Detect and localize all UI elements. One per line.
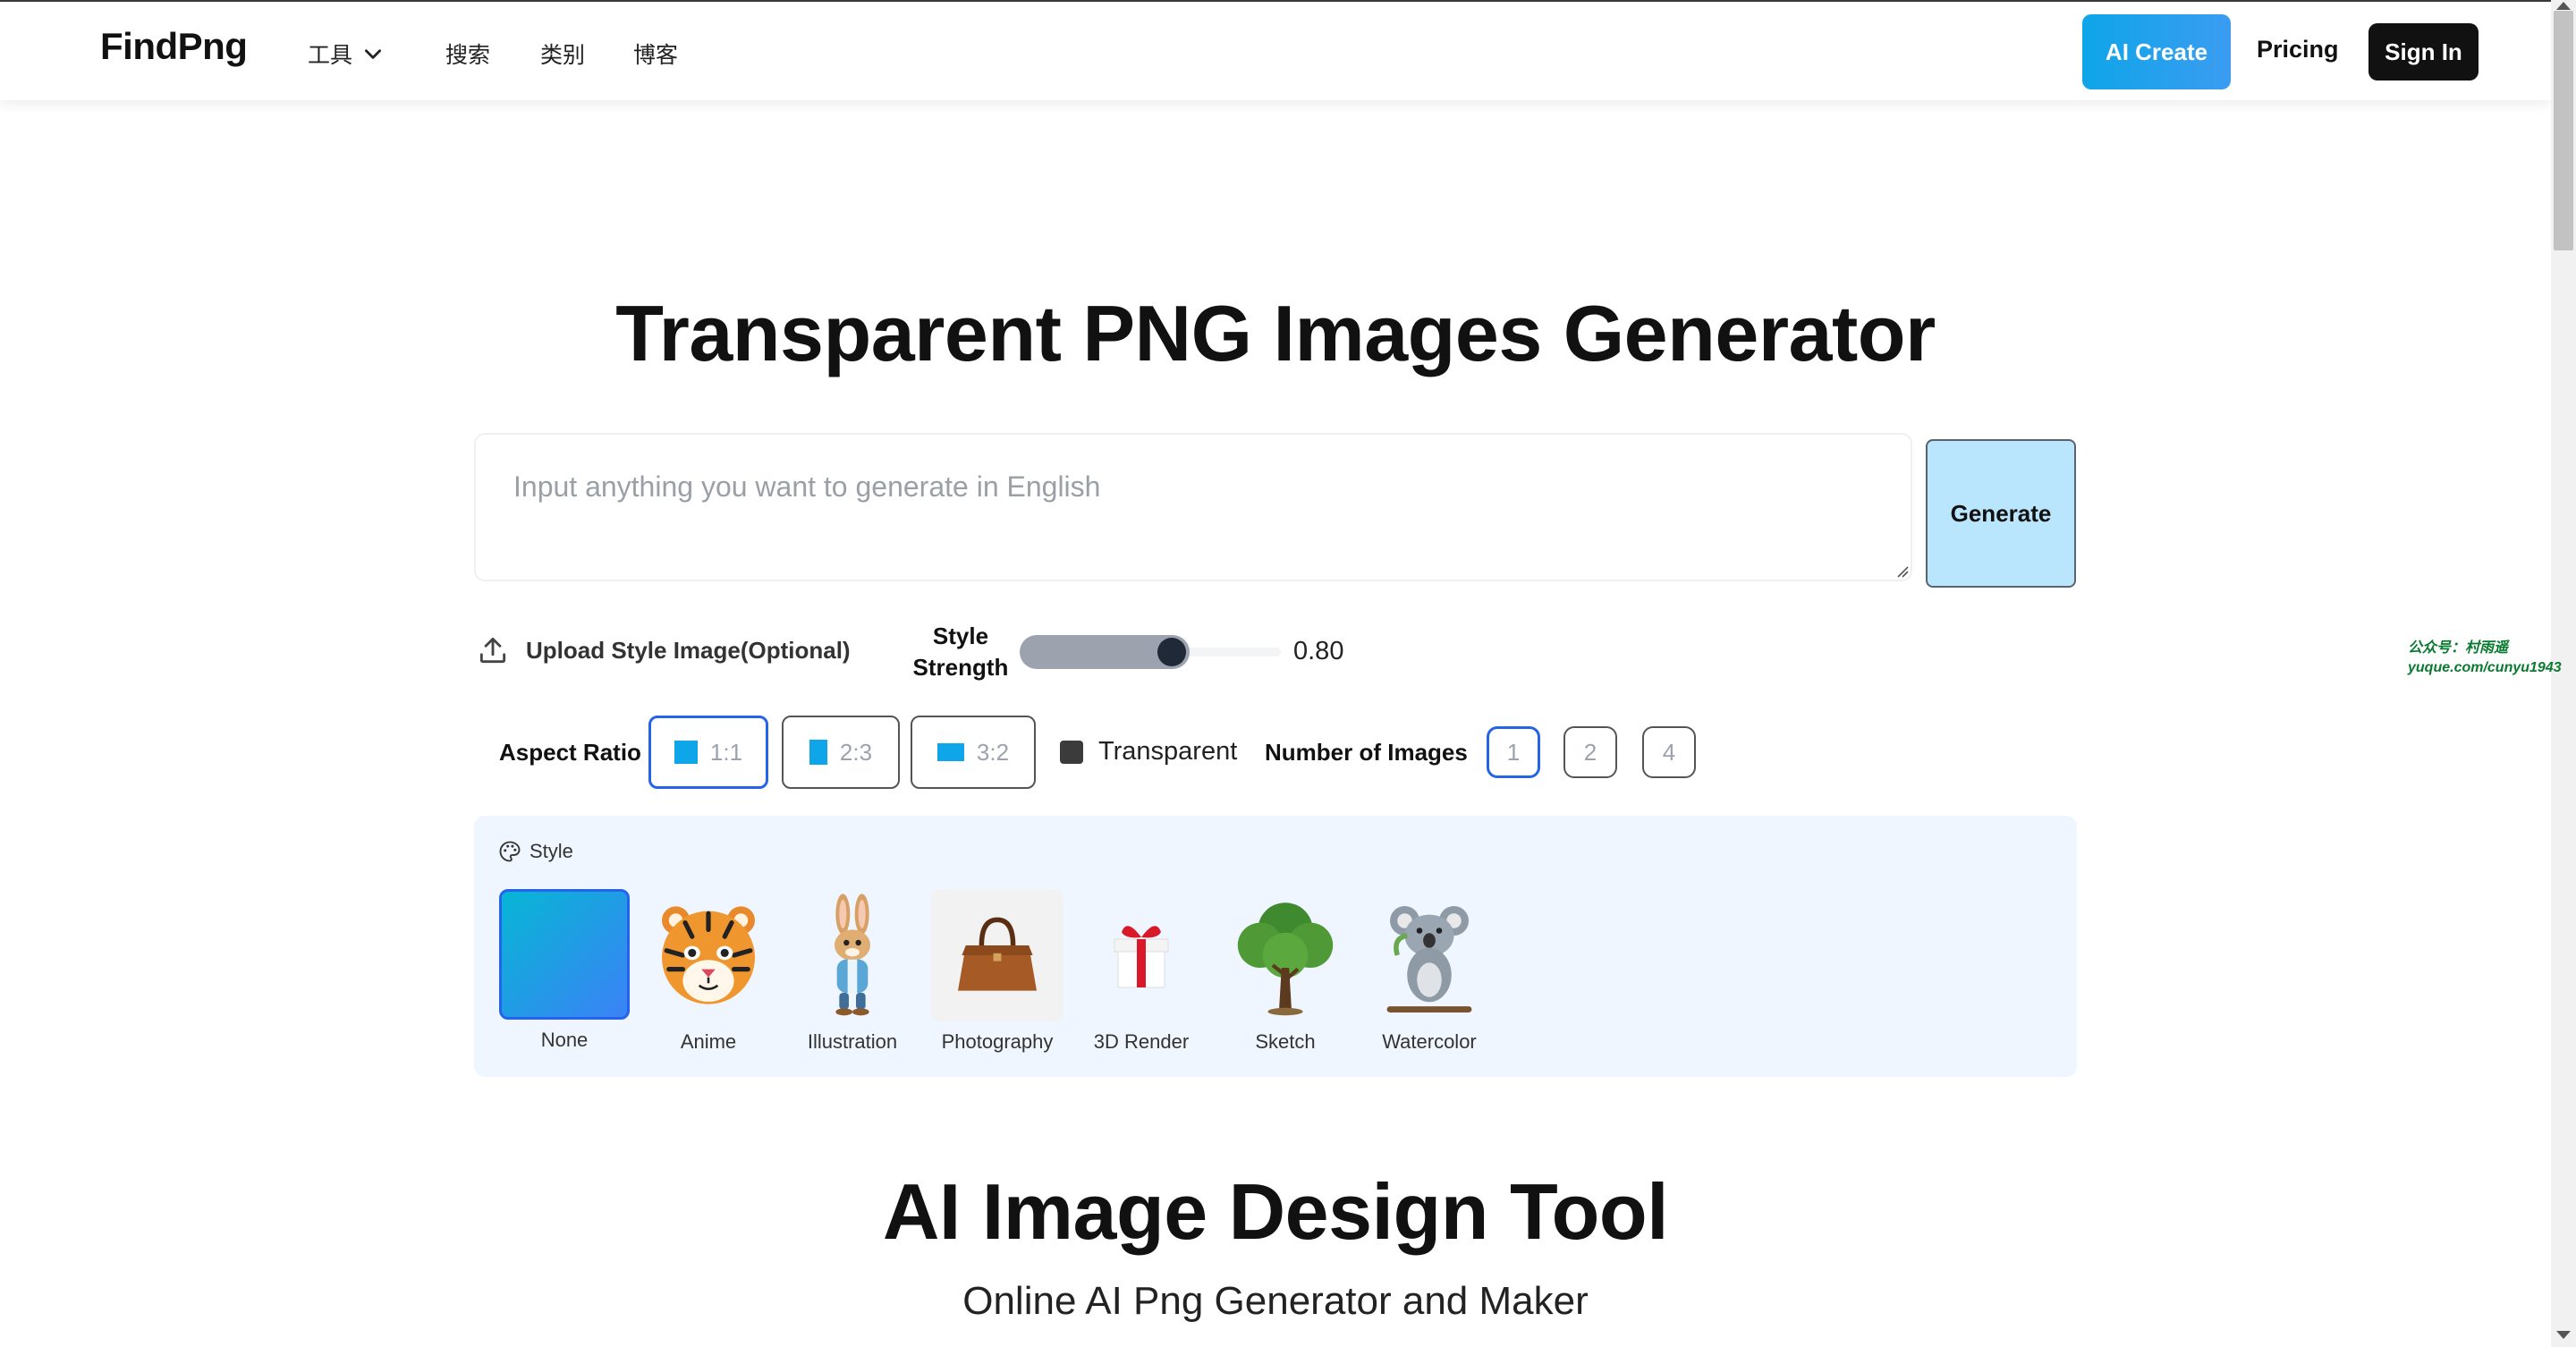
rabbit-icon <box>786 889 919 1021</box>
style-label-watercolor: Watercolor <box>1382 1030 1477 1053</box>
nav-blog[interactable]: 博客 <box>633 38 678 70</box>
num-images-1[interactable]: 1 <box>1487 726 1540 778</box>
palette-icon <box>499 841 521 862</box>
style-option-illustration[interactable]: Illustration <box>786 889 919 1054</box>
nav-tools-label: 工具 <box>308 43 353 68</box>
scroll-down-arrow-icon[interactable] <box>2556 1331 2571 1339</box>
sign-in-button[interactable]: Sign In <box>2368 23 2479 80</box>
watermark: 公众号：村雨遥 yuque.com/cunyu1943 <box>2408 639 2562 678</box>
aspect-ratio-label: Aspect Ratio <box>499 739 641 766</box>
ai-create-button[interactable]: AI Create <box>2082 14 2231 89</box>
aspect-ratio-label-2-3: 2:3 <box>839 738 873 766</box>
style-label-anime: Anime <box>680 1030 737 1053</box>
logo[interactable]: FindPng <box>100 25 248 68</box>
page-title: Transparent PNG Images Generator <box>615 289 1936 377</box>
landscape-ratio-icon <box>936 743 964 761</box>
transparent-label[interactable]: Transparent <box>1098 737 1237 767</box>
style-label-none: None <box>540 1029 589 1051</box>
gift-box-icon <box>1075 889 1208 1021</box>
upload-style-image-button[interactable]: Upload Style Image(Optional) <box>476 633 851 667</box>
aspect-ratio-label-1-1: 1:1 <box>709 738 743 766</box>
style-label-illustration: Illustration <box>807 1030 898 1053</box>
aspect-ratio-3-2[interactable]: 3:2 <box>911 716 1036 789</box>
koala-icon <box>1363 889 1496 1021</box>
style-option-none[interactable]: None <box>498 889 631 1052</box>
style-option-photography[interactable]: Photography <box>931 889 1063 1054</box>
aspect-ratio-label-3-2: 3:2 <box>976 738 1010 766</box>
generate-button[interactable]: Generate <box>1926 439 2076 588</box>
slider-knob[interactable] <box>1157 638 1186 666</box>
style-option-sketch[interactable]: Sketch <box>1219 889 1352 1054</box>
tiger-icon <box>642 889 775 1021</box>
upload-icon <box>479 637 506 664</box>
aspect-ratio-1-1[interactable]: 1:1 <box>648 716 768 789</box>
watermark-line-1: 公众号：村雨遥 <box>2408 640 2509 656</box>
number-of-images-label: Number of Images <box>1265 739 1468 766</box>
watermark-line-2: yuque.com/cunyu1943 <box>2408 660 2562 675</box>
style-label-sketch: Sketch <box>1255 1030 1316 1053</box>
upload-label: Upload Style Image(Optional) <box>526 636 851 664</box>
nav-tools-dropdown[interactable]: 工具 <box>308 38 385 70</box>
aspect-ratio-2-3[interactable]: 2:3 <box>782 716 900 789</box>
style-strength-slider[interactable] <box>1020 635 1281 669</box>
section-title: AI Image Design Tool <box>882 1167 1669 1256</box>
prompt-input[interactable] <box>474 433 1912 581</box>
style-strength-value: 0.80 <box>1293 637 1344 665</box>
style-label-3d-render: 3D Render <box>1093 1030 1190 1053</box>
transparent-checkbox[interactable] <box>1060 741 1083 764</box>
square-ratio-icon <box>674 741 698 764</box>
style-label-photography: Photography <box>941 1030 1054 1053</box>
scrollbar-thumb[interactable] <box>2554 11 2573 250</box>
nav-search[interactable]: 搜索 <box>445 38 490 70</box>
style-option-watercolor[interactable]: Watercolor <box>1363 889 1496 1054</box>
nav-categories[interactable]: 类别 <box>540 38 585 70</box>
scroll-up-arrow-icon[interactable] <box>2556 2 2571 10</box>
num-images-2[interactable]: 2 <box>1563 726 1617 778</box>
section-subtitle: Online AI Png Generator and Maker <box>962 1279 1589 1323</box>
style-option-3d-render[interactable]: 3D Render <box>1075 889 1208 1054</box>
site-header: FindPng 工具 搜索 类别 博客 AI Create Pricing Si… <box>0 2 2551 100</box>
style-option-anime[interactable]: Anime <box>642 889 775 1054</box>
style-heading-text: Style <box>530 840 573 862</box>
gradient-swatch <box>499 889 630 1020</box>
resize-grip-icon[interactable] <box>1896 565 1909 578</box>
pricing-link[interactable]: Pricing <box>2257 36 2339 64</box>
chevron-down-icon <box>365 49 382 59</box>
style-strength-label: Style Strength <box>912 623 1009 681</box>
portrait-ratio-icon <box>809 740 827 765</box>
handbag-icon <box>931 889 1063 1021</box>
tree-icon <box>1219 889 1352 1021</box>
style-heading: Style <box>497 839 573 864</box>
num-images-4[interactable]: 4 <box>1642 726 1696 778</box>
